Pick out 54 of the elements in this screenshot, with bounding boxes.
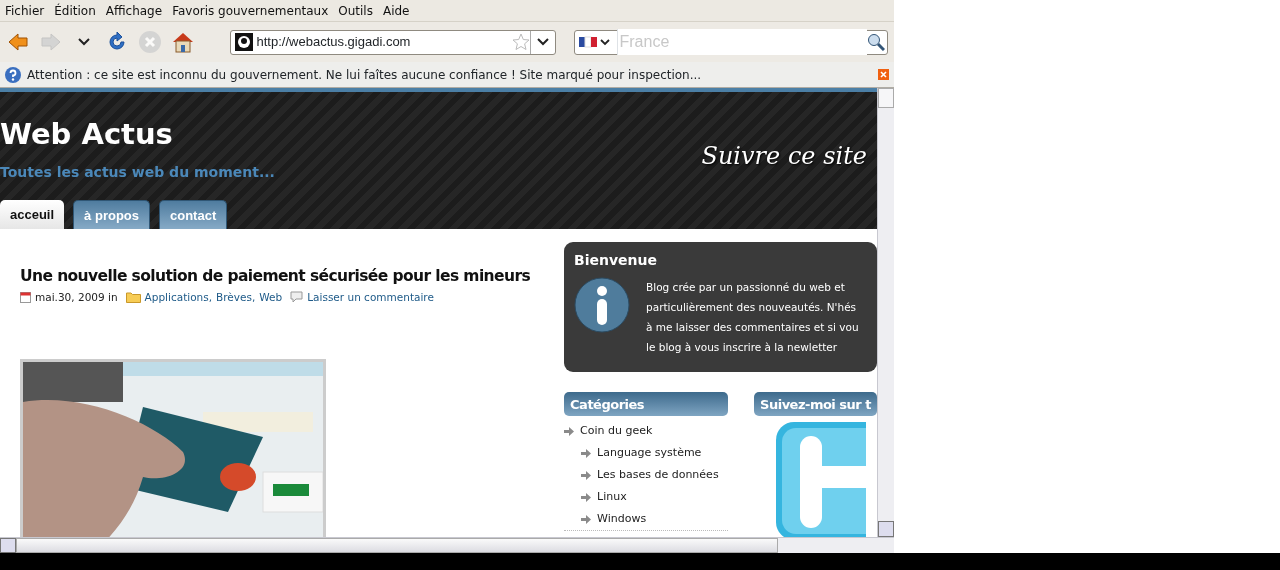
info-icon <box>574 276 631 333</box>
post-date: mai.30, 2009 in <box>35 289 118 305</box>
menu-item[interactable]: Fichier <box>5 2 45 19</box>
welcome-text: le blog à vous inscrire à la newletter <box>646 339 839 355</box>
url-text: http://webactus.gigadi.com <box>256 33 412 52</box>
welcome-text: particulièrement des nouveautés. N'hés <box>646 299 858 315</box>
arrow-icon <box>581 470 593 480</box>
folder-icon <box>125 291 141 304</box>
address-bar[interactable]: http://webactus.gigadi.com <box>229 29 556 55</box>
post-title[interactable]: Une nouvelle solution de paiement sécurisée pour les mineurs <box>20 267 545 286</box>
menu-item[interactable]: Favoris gouvernementaux <box>172 2 329 19</box>
star-icon[interactable] <box>511 33 530 51</box>
site-icon <box>234 33 253 51</box>
panel-title: Bienvenue <box>574 252 659 269</box>
menu-item[interactable]: Aide <box>382 2 410 19</box>
notification-text: Attention : ce site est inconnu du gouvernement. Ne lui faîtes aucune confiance ! Site marqué pour inspection... <box>27 66 703 84</box>
horizontal-scrollbar[interactable] <box>0 537 894 553</box>
comment-icon <box>290 291 304 304</box>
scroll-thumb[interactable] <box>878 88 894 108</box>
welcome-text: à me laisser des commentaires et si vou <box>646 319 859 335</box>
welcome-text: Blog crée par un passionné du web et <box>646 279 846 295</box>
site-title: Web Actus <box>0 120 173 149</box>
follow-link[interactable]: Suivre ce site <box>701 138 867 174</box>
scroll-thumb[interactable] <box>16 538 778 553</box>
category-link[interactable]: Web <box>259 289 283 306</box>
help-icon <box>5 66 21 83</box>
menu-item[interactable]: Édition <box>54 2 96 19</box>
menu-item[interactable]: Outils <box>338 2 373 19</box>
category-link[interactable]: Les bases de données <box>597 466 719 484</box>
category-link[interactable]: Language système <box>597 444 702 462</box>
scroll-left-icon[interactable] <box>0 538 16 553</box>
calendar-icon <box>20 291 31 303</box>
arrow-icon <box>581 492 593 502</box>
arrow-icon <box>581 448 593 458</box>
close-icon[interactable] <box>878 69 889 80</box>
social-logo-icon[interactable] <box>776 422 867 537</box>
category-link[interactable]: Brèves, <box>216 289 256 306</box>
caret-icon[interactable] <box>536 38 549 46</box>
category-link[interactable]: Linux <box>597 488 627 506</box>
category-link[interactable]: Coin du geek <box>580 422 653 440</box>
nav-tab[interactable]: acceuil <box>0 199 65 229</box>
category-link[interactable]: Windows <box>597 510 647 528</box>
site-tagline: Toutes les actus web du moment... <box>0 163 275 182</box>
flag-icon[interactable] <box>578 35 613 49</box>
widget-header: Suivez-moi sur t <box>754 392 877 416</box>
widget-header: Catégories <box>564 392 729 416</box>
arrow-icon <box>564 426 576 436</box>
search-icon[interactable] <box>867 33 885 51</box>
category-link[interactable]: Applications, <box>144 289 213 306</box>
comment-link[interactable]: Laisser un commentaire <box>307 289 434 306</box>
scroll-down-icon[interactable] <box>878 521 894 537</box>
arrow-icon <box>581 514 593 524</box>
menu-item[interactable]: Affichage <box>105 2 163 19</box>
vertical-scrollbar[interactable] <box>877 88 894 537</box>
